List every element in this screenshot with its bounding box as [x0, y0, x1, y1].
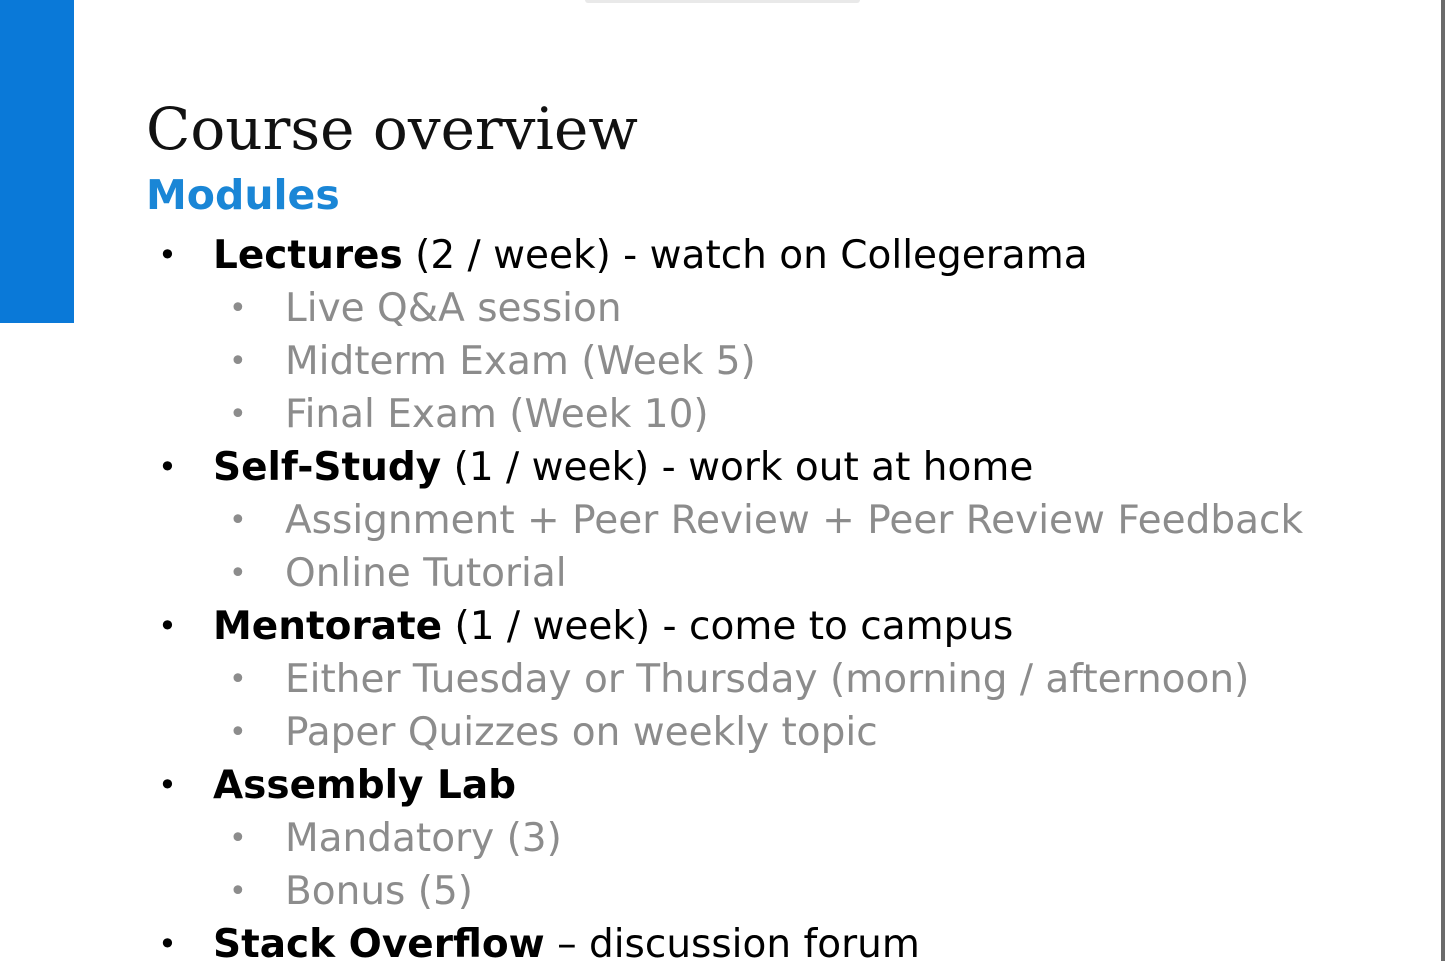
- list-subitem: • Online Tutorial: [0, 547, 1303, 600]
- subitem-text: Live Q&A session: [285, 286, 622, 331]
- bullet-icon: •: [229, 715, 247, 750]
- list-item: • Lectures (2 / week) - watch on College…: [0, 229, 1303, 282]
- item-heading: Mentorate: [213, 604, 443, 649]
- top-tab: [585, 0, 860, 3]
- item-heading: Lectures: [213, 233, 403, 278]
- subitem-text: Paper Quizzes on weekly topic: [285, 710, 878, 755]
- bullet-icon: •: [229, 821, 247, 856]
- subitem-text: Online Tutorial: [285, 551, 567, 596]
- subitem-text: Final Exam (Week 10): [285, 392, 709, 437]
- bullet-icon: •: [229, 874, 247, 909]
- item-detail: – discussion forum: [544, 922, 920, 961]
- bullet-icon: •: [158, 607, 177, 645]
- module-list: • Lectures (2 / week) - watch on College…: [0, 229, 1303, 961]
- list-subitem: • Bonus (5): [0, 865, 1303, 918]
- list-subitem: • Paper Quizzes on weekly topic: [0, 706, 1303, 759]
- bullet-icon: •: [229, 503, 247, 538]
- slide-subtitle: Modules: [146, 171, 340, 219]
- list-item: • Stack Overflow – discussion forum: [0, 918, 1303, 961]
- bullet-icon: •: [158, 236, 177, 274]
- bullet-icon: •: [229, 344, 247, 379]
- bullet-icon: •: [229, 556, 247, 591]
- bullet-icon: •: [158, 925, 177, 961]
- subitem-text: Assignment + Peer Review + Peer Review F…: [285, 498, 1304, 543]
- item-heading: Self-Study: [213, 445, 442, 490]
- list-subitem: • Either Tuesday or Thursday (morning / …: [0, 653, 1303, 706]
- subitem-text: Midterm Exam (Week 5): [285, 339, 756, 384]
- subitem-text: Either Tuesday or Thursday (morning / af…: [285, 657, 1250, 702]
- bullet-icon: •: [158, 766, 177, 804]
- right-edge: [1441, 0, 1445, 961]
- item-detail: (2 / week) - watch on Collegerama: [402, 233, 1088, 278]
- bullet-icon: •: [229, 397, 247, 432]
- list-item: • Mentorate (1 / week) - come to campus: [0, 600, 1303, 653]
- list-subitem: • Mandatory (3): [0, 812, 1303, 865]
- list-subitem: • Final Exam (Week 10): [0, 388, 1303, 441]
- bullet-icon: •: [229, 662, 247, 697]
- subitem-text: Mandatory (3): [285, 816, 562, 861]
- bullet-icon: •: [158, 448, 177, 486]
- item-heading: Assembly Lab: [213, 763, 517, 808]
- list-subitem: • Assignment + Peer Review + Peer Review…: [0, 494, 1303, 547]
- item-heading: Stack Overflow: [213, 922, 545, 961]
- list-item: • Assembly Lab: [0, 759, 1303, 812]
- item-detail: (1 / week) - come to campus: [442, 604, 1014, 649]
- subitem-text: Bonus (5): [285, 869, 474, 914]
- slide-title: Course overview: [146, 95, 638, 163]
- slide: Course overview Modules • Lectures (2 / …: [0, 0, 1445, 961]
- list-subitem: • Midterm Exam (Week 5): [0, 335, 1303, 388]
- item-detail: (1 / week) - work out at home: [441, 445, 1034, 490]
- bullet-icon: •: [229, 291, 247, 326]
- list-item: • Self-Study (1 / week) - work out at ho…: [0, 441, 1303, 494]
- list-subitem: • Live Q&A session: [0, 282, 1303, 335]
